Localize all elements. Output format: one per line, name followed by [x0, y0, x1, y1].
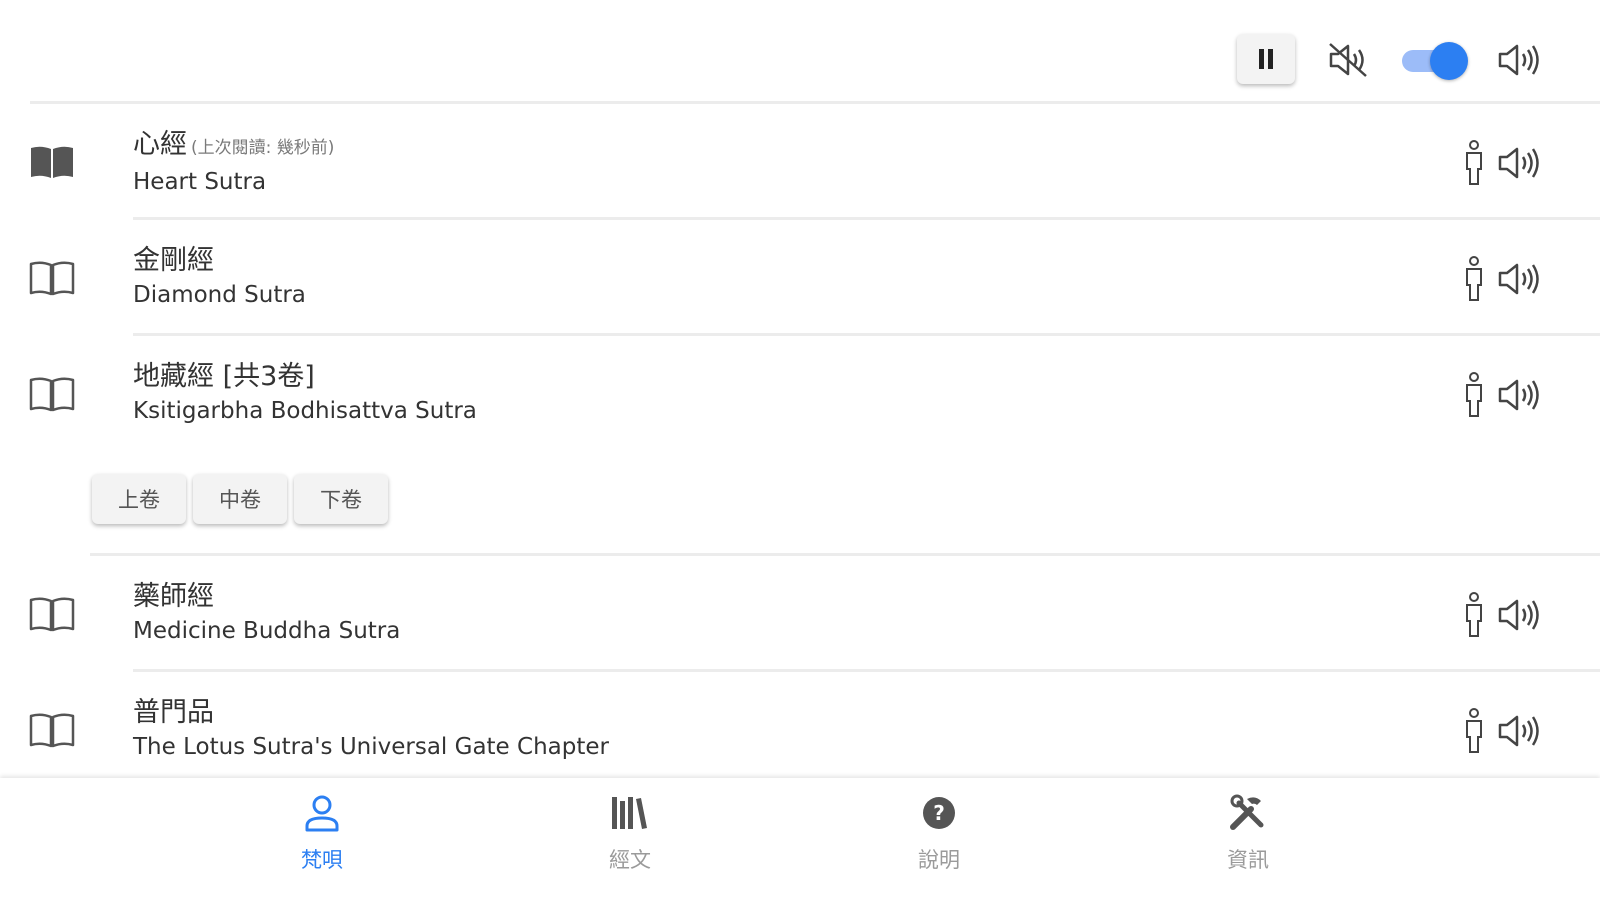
- nav-tab-info[interactable]: 資訊: [1188, 792, 1308, 874]
- sutra-item-diamond[interactable]: 金剛經 Diamond Sutra: [0, 220, 1600, 336]
- top-control-bar: [0, 0, 1600, 104]
- svg-text:?: ?: [933, 801, 945, 825]
- chapter-selector: 上卷 中卷 下卷: [0, 452, 1600, 556]
- chapter-button-3[interactable]: 下卷: [294, 474, 388, 524]
- sutra-title-zh: 地藏經 [共3卷]: [133, 361, 315, 392]
- recitation-person-icon[interactable]: [1462, 708, 1486, 758]
- sutra-title-en: Ksitigarbha Bodhisattva Sutra: [133, 398, 477, 424]
- book-outline-icon: [28, 594, 76, 638]
- sutra-title-zh: 藥師經: [133, 581, 214, 612]
- play-audio-icon[interactable]: [1496, 376, 1540, 418]
- sutra-title-zh: 普門品: [133, 697, 214, 728]
- sutra-item-medicine-buddha[interactable]: 藥師經 Medicine Buddha Sutra: [0, 556, 1600, 672]
- sutra-title-zh: 心經: [133, 129, 187, 160]
- sutra-item-universal-gate[interactable]: 普門品 The Lotus Sutra's Universal Gate Cha…: [0, 672, 1600, 788]
- nav-label: 資訊: [1227, 848, 1269, 872]
- nav-tab-chanting[interactable]: 梵唄: [262, 792, 382, 874]
- nav-label: 梵唄: [301, 848, 343, 872]
- recitation-person-icon[interactable]: [1462, 592, 1486, 642]
- recitation-person-icon[interactable]: [1462, 256, 1486, 306]
- auto-play-toggle[interactable]: [1400, 40, 1468, 80]
- sutra-title-en: The Lotus Sutra's Universal Gate Chapter: [133, 734, 609, 760]
- recitation-person-icon[interactable]: [1462, 372, 1486, 422]
- book-outline-icon: [28, 374, 76, 418]
- play-audio-icon[interactable]: [1496, 596, 1540, 638]
- book-outline-icon: [28, 258, 76, 302]
- library-icon: [570, 792, 690, 834]
- book-outline-icon: [28, 710, 76, 754]
- nav-tab-scriptures[interactable]: 經文: [570, 792, 690, 874]
- nav-label: 說明: [918, 848, 960, 872]
- volume-off-icon[interactable]: [1326, 40, 1372, 84]
- sutra-item-heart[interactable]: 心經 (上次閱讀: 幾秒前) Heart Sutra: [0, 104, 1600, 220]
- nav-tab-help[interactable]: ? 說明: [879, 792, 999, 874]
- person-icon: [262, 792, 382, 834]
- sutra-title-zh: 金剛經: [133, 245, 214, 276]
- pause-icon: [1259, 49, 1264, 69]
- sutra-title-en: Heart Sutra: [133, 169, 267, 195]
- play-audio-icon[interactable]: [1496, 144, 1540, 186]
- sutra-item-ksitigarbha[interactable]: 地藏經 [共3卷] Ksitigarbha Bodhisattva Sutra: [0, 336, 1600, 452]
- book-filled-icon: [28, 142, 76, 186]
- chapter-button-2[interactable]: 中卷: [193, 474, 287, 524]
- help-icon: ?: [879, 792, 999, 834]
- sutra-title-en: Medicine Buddha Sutra: [133, 618, 401, 644]
- sutra-list: 心經 (上次閱讀: 幾秒前) Heart Sutra 金剛經 Diamond S…: [0, 104, 1600, 788]
- play-audio-icon[interactable]: [1496, 712, 1540, 754]
- chapter-button-1[interactable]: 上卷: [92, 474, 186, 524]
- bottom-navigation: 梵唄 經文 ? 說明 資訊: [0, 778, 1600, 900]
- sutra-title-en: Diamond Sutra: [133, 282, 306, 308]
- play-audio-icon[interactable]: [1496, 260, 1540, 302]
- nav-label: 經文: [609, 848, 651, 872]
- last-read-text: (上次閱讀: 幾秒前): [191, 138, 335, 158]
- volume-up-icon[interactable]: [1496, 41, 1540, 83]
- pause-button[interactable]: [1237, 34, 1295, 84]
- recitation-person-icon[interactable]: [1462, 140, 1486, 190]
- tools-icon: [1188, 792, 1308, 834]
